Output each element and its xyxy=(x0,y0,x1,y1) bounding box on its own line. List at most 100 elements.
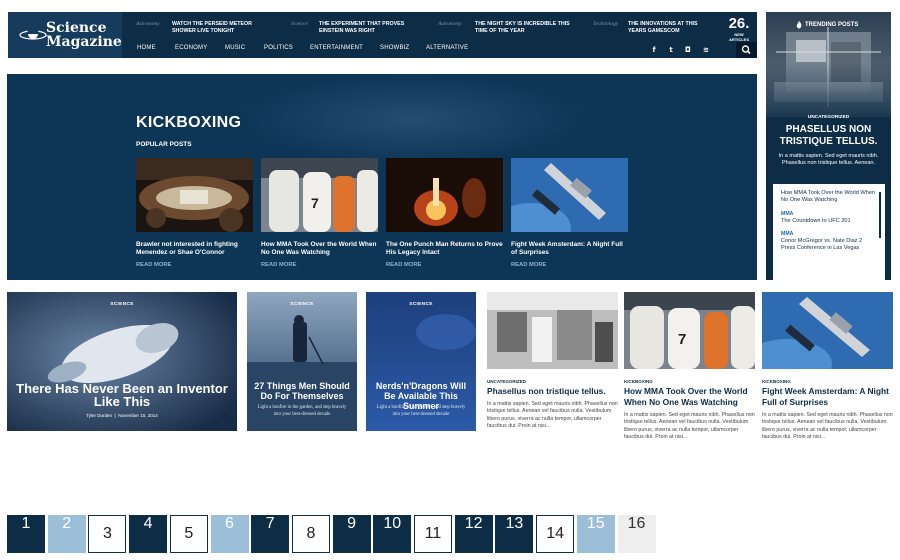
popular-posts-heading: POPULAR POSTS xyxy=(136,141,192,148)
trending-list-item[interactable]: How MMA Took Over the World When No One … xyxy=(781,190,877,205)
article-date: November 10, 2014 xyxy=(118,413,158,418)
article-category[interactable]: SCIENCE xyxy=(7,302,237,307)
popular-post-card[interactable]: Brawler not interested in fighting Menen… xyxy=(136,158,253,268)
post-image-rocket-launch[interactable] xyxy=(386,158,503,232)
page-button-6[interactable]: 6 xyxy=(210,515,249,553)
saturn-logo-icon xyxy=(19,28,47,40)
read-more-link[interactable]: READ MORE xyxy=(511,262,628,268)
read-more-link[interactable]: READ MORE xyxy=(261,262,378,268)
article-excerpt: Light a bonfire in the garden, and step … xyxy=(376,405,466,417)
page-button-5[interactable]: 5 xyxy=(169,515,208,553)
article-card[interactable]: SCIENCE Nerds'n'Dragons Will Be Availabl… xyxy=(366,292,476,431)
read-more-link[interactable]: READ MORE xyxy=(136,262,253,268)
page-button-16[interactable]: 16 xyxy=(617,515,656,553)
article-category[interactable]: KICKBOXING xyxy=(624,379,755,384)
post-image-arena[interactable] xyxy=(136,158,253,232)
instagram-icon[interactable]: ◘ xyxy=(683,46,693,54)
article-title[interactable]: How MMA Took Over the World When No One … xyxy=(624,386,755,408)
featured-article-card[interactable]: SCIENCE There Has Never Been an Inventor… xyxy=(7,292,237,431)
nav-item-home[interactable]: HOME xyxy=(137,45,156,51)
logo-text-science: Science xyxy=(46,20,107,36)
trending-item-title[interactable]: The Countdown to UFC 201 xyxy=(781,218,877,225)
popular-post-title[interactable]: The One Punch Man Returns to Prove His L… xyxy=(386,241,503,259)
article-excerpt: In a mattis sapien. Sed eget mauris nibh… xyxy=(762,412,893,440)
page-button-8[interactable]: 8 xyxy=(291,515,330,553)
post-image-astronauts[interactable]: 7 xyxy=(261,158,378,232)
popular-post-title[interactable]: How MMA Took Over the World When No One … xyxy=(261,241,378,259)
popular-post-title[interactable]: Fight Week Amsterdam: A Night Full of Su… xyxy=(511,241,628,259)
trending-list-item[interactable]: MMA The Countdown to UFC 201 xyxy=(781,211,877,225)
flame-icon xyxy=(796,21,802,29)
nav-item-music[interactable]: MUSIC xyxy=(225,45,245,51)
page-button-4[interactable]: 4 xyxy=(129,515,168,553)
main-nav: HOME ECONOMY MUSIC POLITICS ENTERTAINMEN… xyxy=(122,42,722,58)
article-category[interactable]: KICKBOXING xyxy=(762,379,893,384)
post-image-space-station[interactable] xyxy=(491,158,628,253)
ticker-headline[interactable]: Watch the Perseid Meteor Shower Live Ton… xyxy=(172,21,272,35)
page-button-9[interactable]: 9 xyxy=(332,515,371,553)
article-author[interactable]: Tyler Durden xyxy=(86,413,112,418)
page-button-14[interactable]: 14 xyxy=(536,515,575,553)
article-title[interactable]: Fight Week Amsterdam: A Night Full of Su… xyxy=(762,386,893,408)
ticker-headline[interactable]: The Innovations at This Years Gamescom xyxy=(628,21,708,35)
article-image-lab[interactable] xyxy=(487,292,618,369)
trending-item-title[interactable]: Conor McGregor vs. Nate Diaz 2 Press Con… xyxy=(781,238,877,253)
article-card[interactable]: 7 KICKBOXING How MMA Took Over the World… xyxy=(624,292,755,441)
svg-text:7: 7 xyxy=(311,195,319,211)
page-button-15[interactable]: 15 xyxy=(576,515,615,553)
article-title[interactable]: There Has Never Been an Inventor Like Th… xyxy=(13,382,231,408)
search-button[interactable] xyxy=(736,42,757,58)
trending-list: How MMA Took Over the World When No One … xyxy=(773,184,885,280)
svg-text:7: 7 xyxy=(678,331,686,348)
article-meta: Tyler Durden | November 10, 2014 xyxy=(7,413,237,418)
site-header: Science Magazine Astronomy Watch the Per… xyxy=(8,12,757,58)
logo-text-magazine: Magazine xyxy=(46,34,122,50)
nav-item-politics[interactable]: POLITICS xyxy=(264,45,293,51)
article-excerpt: In a mattis sapien. Sed eget mauris nibh… xyxy=(624,412,755,440)
article-category[interactable]: UNCATEGORIZED xyxy=(487,379,618,384)
article-card[interactable]: SCIENCE 27 Things Men Should Do For Them… xyxy=(247,292,357,431)
ticker-headline[interactable]: The Experiment That Proves Einstein Was … xyxy=(319,21,419,35)
ticker-category: Astronomy xyxy=(136,21,160,27)
article-category[interactable]: SCIENCE xyxy=(247,302,357,307)
category-banner: KICKBOXING POPULAR POSTS Brawler not int… xyxy=(7,74,757,280)
trending-category[interactable]: UNCATEGORIZED xyxy=(766,115,891,120)
trending-list-item[interactable]: MMA Conor McGregor vs. Nate Diaz 2 Press… xyxy=(781,231,877,253)
banner-title: KICKBOXING xyxy=(136,114,242,131)
new-articles-counter: 26. NEW ARTICLES xyxy=(725,16,753,43)
page-button-7[interactable]: 7 xyxy=(251,515,290,553)
site-logo[interactable]: Science Magazine xyxy=(8,12,122,58)
nav-item-showbiz[interactable]: SHOWBIZ xyxy=(380,45,409,51)
twitter-icon[interactable]: t xyxy=(666,46,676,54)
rss-icon[interactable]: ≋ xyxy=(701,46,711,54)
ticker-headline[interactable]: The Night Sky Is Incredible This Time of… xyxy=(475,21,575,35)
article-image-space-station[interactable] xyxy=(742,292,893,389)
nav-item-economy[interactable]: ECONOMY xyxy=(175,45,207,51)
page-button-3[interactable]: 3 xyxy=(88,515,127,553)
article-card[interactable]: UNCATEGORIZED Phasellus non tristique te… xyxy=(487,292,618,430)
popular-post-card[interactable]: The One Punch Man Returns to Prove His L… xyxy=(386,158,503,268)
trending-item-category[interactable]: MMA xyxy=(781,231,877,238)
page-button-11[interactable]: 11 xyxy=(414,515,452,553)
article-category[interactable]: SCIENCE xyxy=(366,302,476,307)
trending-headline[interactable]: PHASELLUS NON TRISTIQUE TELLUS. xyxy=(774,124,883,148)
nav-item-alternative[interactable]: ALTERNATIVE xyxy=(426,45,468,51)
popular-post-card[interactable]: Fight Week Amsterdam: A Night Full of Su… xyxy=(491,158,628,268)
nav-item-entertainment[interactable]: ENTERTAINMENT xyxy=(310,45,363,51)
read-more-link[interactable]: READ MORE xyxy=(386,262,503,268)
popular-post-title[interactable]: Brawler not interested in fighting Menen… xyxy=(136,241,253,259)
article-title[interactable]: 27 Things Men Should Do For Themselves xyxy=(253,381,351,401)
trending-item-category[interactable]: MMA xyxy=(781,211,877,218)
article-image-astronauts[interactable]: 7 xyxy=(624,292,755,369)
page-button-10[interactable]: 10 xyxy=(373,515,412,553)
page-button-2[interactable]: 2 xyxy=(47,515,86,553)
trending-item-title[interactable]: How MMA Took Over the World When No One … xyxy=(781,190,877,205)
article-excerpt: Light a bonfire in the garden, and step … xyxy=(257,405,347,417)
page-button-12[interactable]: 12 xyxy=(454,515,493,553)
trending-scrollbar[interactable] xyxy=(879,192,881,238)
article-card[interactable]: KICKBOXING Fight Week Amsterdam: A Night… xyxy=(742,292,893,441)
facebook-icon[interactable]: f xyxy=(649,46,659,54)
popular-post-card[interactable]: 7 How MMA Took Over the World When No On… xyxy=(261,158,378,268)
page-button-1[interactable]: 1 xyxy=(7,515,45,553)
page-button-13[interactable]: 13 xyxy=(495,515,534,553)
